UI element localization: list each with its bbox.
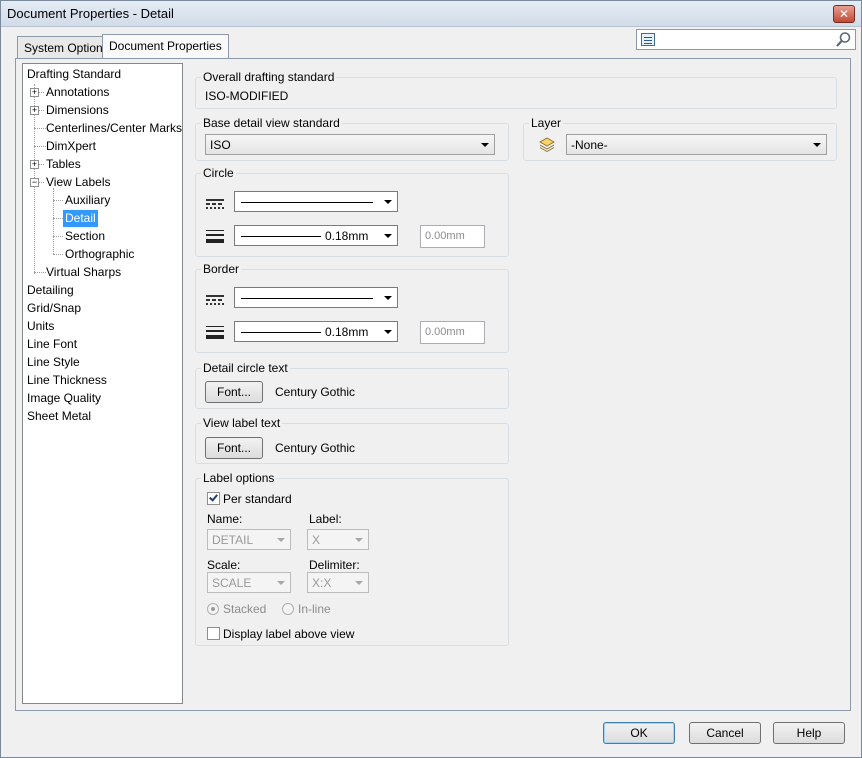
line-thickness-icon [206,230,224,243]
border-custom-thickness-input[interactable]: 0.00mm [420,321,485,344]
name-label: Name: [207,512,243,526]
overall-standard-group: Overall drafting standard ISO-MODIFIED [195,70,837,109]
chevron-down-icon [384,234,392,238]
stacked-radio[interactable] [207,603,219,615]
close-button[interactable]: ✕ [833,5,855,23]
layer-icon [539,137,555,152]
overall-standard-title: Overall drafting standard [201,70,337,84]
stacked-label: Stacked [223,602,267,616]
delimiter-select[interactable]: X:X [307,572,369,593]
expand-tables-icon[interactable]: + [30,160,39,169]
circle-group: Circle 0.18mm 0.00mm [195,166,509,257]
chevron-down-icon [277,538,285,542]
tree-item-centerlines[interactable]: Centerlines/Center Marks [44,120,184,137]
per-standard-checkbox[interactable] [207,492,220,505]
border-line-thickness-select[interactable]: 0.18mm [234,321,398,342]
tree-item-line-thickness[interactable]: Line Thickness [25,372,109,389]
cancel-button[interactable]: Cancel [689,722,761,744]
layer-group: Layer -None- [523,116,837,161]
tab-system-options[interactable]: System Options [17,36,116,58]
view-label-font-button[interactable]: Font... [205,437,263,459]
circle-line-thickness-select[interactable]: 0.18mm [234,225,398,246]
tree-item-tables[interactable]: Tables [44,156,83,173]
title-bar: Document Properties - Detail ✕ [1,1,861,27]
tree-item-line-font[interactable]: Line Font [25,336,79,353]
label-options-title: Label options [201,471,277,485]
collapse-view-labels-icon[interactable]: − [30,178,39,187]
view-label-text-group: View label text Font... Century Gothic [195,416,509,464]
document-properties-window: Document Properties - Detail ✕ System Op… [0,0,862,758]
circle-custom-thickness-input[interactable]: 0.00mm [420,225,485,248]
window-title: Document Properties - Detail [7,6,174,21]
inline-radio[interactable] [282,603,294,615]
tree-item-detail[interactable]: Detail [63,210,98,227]
expand-dimensions-icon[interactable]: + [30,106,39,115]
name-select[interactable]: DETAIL [207,529,291,550]
chevron-down-icon [355,538,363,542]
layer-select[interactable]: -None- [566,134,827,155]
label-options-group: Label options Per standard Name: Label: … [195,471,509,646]
border-line-style-select[interactable] [234,287,398,308]
tree-item-units[interactable]: Units [25,318,56,335]
detail-circle-text-title: Detail circle text [201,361,290,375]
chevron-down-icon [355,581,363,585]
chevron-down-icon [384,200,392,204]
display-label-above-label: Display label above view [223,627,355,641]
tree-item-dimxpert[interactable]: DimXpert [44,138,98,155]
chevron-down-icon [813,143,821,147]
base-standard-title: Base detail view standard [201,116,342,130]
tree-item-grid-snap[interactable]: Grid/Snap [25,300,83,317]
options-tree[interactable]: + + + − Drafting Standard Annotations Di… [22,63,183,704]
view-label-text-title: View label text [201,416,283,430]
circle-title: Circle [201,166,236,180]
ok-button[interactable]: OK [603,722,675,744]
chevron-down-icon [277,581,285,585]
expand-annotations-icon[interactable]: + [30,88,39,97]
inline-label: In-line [298,602,331,616]
delimiter-label: Delimiter: [309,558,360,572]
base-standard-select[interactable]: ISO [205,134,495,155]
per-standard-label: Per standard [223,492,292,506]
search-icon[interactable] [835,31,852,48]
layer-title: Layer [529,116,564,130]
label-label: Label: [309,512,342,526]
scale-select[interactable]: SCALE [207,572,291,593]
view-label-font-name: Century Gothic [275,441,356,455]
tree-item-line-style[interactable]: Line Style [25,354,82,371]
display-label-above-checkbox[interactable] [207,627,220,640]
tree-item-section[interactable]: Section [63,228,107,245]
tab-document-properties[interactable]: Document Properties [102,34,229,58]
line-style-icon [206,199,224,209]
detail-circle-font-button[interactable]: Font... [205,381,263,403]
overall-standard-value: ISO-MODIFIED [205,89,289,103]
tree-item-dimensions[interactable]: Dimensions [44,102,111,119]
base-standard-group: Base detail view standard ISO [195,116,509,161]
tree-item-orthographic[interactable]: Orthographic [63,246,136,263]
tree-item-annotations[interactable]: Annotations [44,84,111,101]
detail-circle-font-name: Century Gothic [275,385,356,399]
tree-item-image-quality[interactable]: Image Quality [25,390,103,407]
border-group: Border 0.18mm 0.00mm [195,262,509,353]
line-style-icon [206,295,224,305]
scale-label: Scale: [207,558,241,572]
tree-item-auxiliary[interactable]: Auxiliary [63,192,112,209]
help-button[interactable]: Help [773,722,845,744]
chevron-down-icon [481,143,489,147]
chevron-down-icon [384,330,392,334]
line-thickness-icon [206,326,224,339]
tree-item-detailing[interactable]: Detailing [25,282,76,299]
tree-item-virtual-sharps[interactable]: Virtual Sharps [44,264,123,281]
tree-item-sheet-metal[interactable]: Sheet Metal [25,408,93,425]
tree-item-drafting-standard[interactable]: Drafting Standard [25,66,123,83]
search-input[interactable] [636,29,856,50]
circle-line-style-select[interactable] [234,191,398,212]
chevron-down-icon [384,296,392,300]
label-select[interactable]: X [307,529,369,550]
options-list-icon [641,33,655,46]
border-title: Border [201,262,242,276]
detail-circle-text-group: Detail circle text Font... Century Gothi… [195,361,509,409]
tree-item-view-labels[interactable]: View Labels [44,174,113,191]
